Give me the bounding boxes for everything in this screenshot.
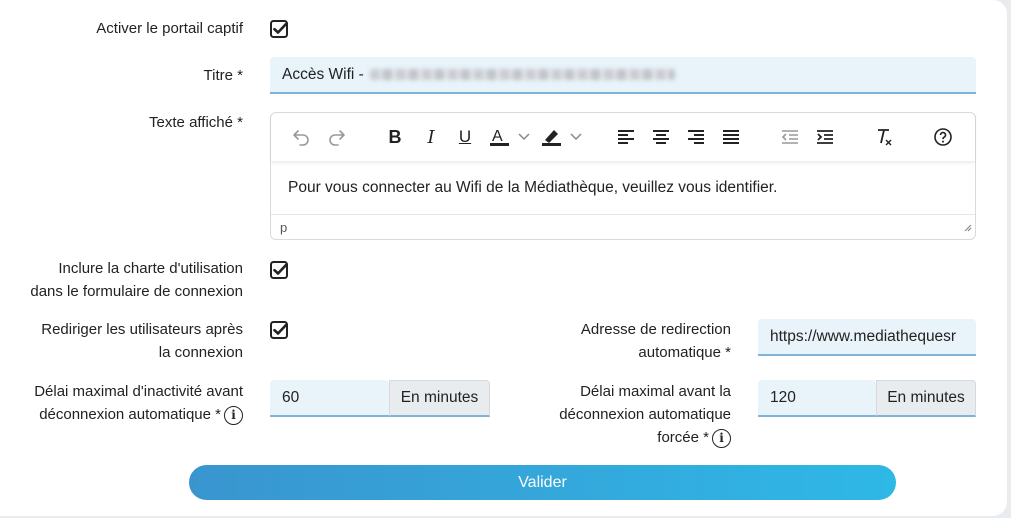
editor-statusbar: p: [271, 214, 975, 240]
editor-path: p: [280, 220, 288, 235]
align-center-icon[interactable]: [651, 126, 671, 148]
redacted-text: [369, 69, 675, 80]
title-value: Accès Wifi -: [282, 65, 364, 83]
idle-unit-addon: En minutes: [389, 380, 490, 417]
info-icon[interactable]: i: [224, 405, 243, 425]
undo-icon[interactable]: [290, 126, 312, 148]
align-justify-icon[interactable]: [721, 126, 741, 148]
align-right-icon[interactable]: [686, 126, 706, 148]
outdent-icon[interactable]: [780, 126, 800, 148]
idle-timeout-input[interactable]: 60: [270, 380, 389, 417]
submit-button[interactable]: Valider: [189, 465, 896, 500]
idle-timeout-label: Délai maximal d'inactivité avant déconne…: [34, 383, 243, 425]
editor-toolbar: B I U A: [271, 113, 975, 161]
captive-checkbox[interactable]: [270, 20, 288, 38]
resize-handle-icon[interactable]: [962, 219, 972, 237]
text-label: Texte affiché *: [149, 114, 243, 131]
charter-label: Inclure la charte d'utilisation dans le …: [30, 260, 243, 300]
title-label: Titre *: [203, 67, 243, 84]
title-input[interactable]: Accès Wifi -: [270, 57, 976, 94]
editor-content[interactable]: Pour vous connecter au Wifi de la Médiat…: [288, 179, 777, 197]
bold-icon[interactable]: B: [385, 126, 405, 148]
redirect-checkbox[interactable]: [270, 321, 288, 339]
underline-icon[interactable]: U: [455, 126, 475, 148]
forced-timeout-input[interactable]: 120: [758, 380, 876, 417]
text-color-icon[interactable]: A: [489, 126, 533, 148]
redirect-label: Rediriger les utilisateurs après la conn…: [41, 321, 243, 361]
info-icon[interactable]: i: [712, 428, 731, 448]
rich-text-editor[interactable]: B I U A Pour vous connecter au Wifi de l…: [270, 112, 976, 240]
redirect-url-input[interactable]: https://www.mediathequesr: [758, 319, 976, 356]
redirect-url-label: Adresse de redirection automatique *: [580, 321, 731, 361]
italic-icon[interactable]: I: [421, 126, 441, 148]
forced-timeout-label: Délai maximal avant la déconnexion autom…: [559, 383, 731, 448]
form-card: Activer le portail captif Titre * Accès …: [0, 0, 1007, 516]
help-icon[interactable]: [932, 126, 954, 148]
clear-formatting-icon[interactable]: [874, 126, 894, 148]
captive-label: Activer le portail captif: [96, 20, 243, 37]
svg-text:A: A: [492, 128, 503, 145]
align-left-icon[interactable]: [616, 126, 636, 148]
redo-icon[interactable]: [326, 126, 348, 148]
forced-unit-addon: En minutes: [876, 380, 976, 417]
indent-icon[interactable]: [815, 126, 835, 148]
highlight-color-icon[interactable]: [541, 126, 585, 148]
charter-checkbox[interactable]: [270, 261, 288, 279]
